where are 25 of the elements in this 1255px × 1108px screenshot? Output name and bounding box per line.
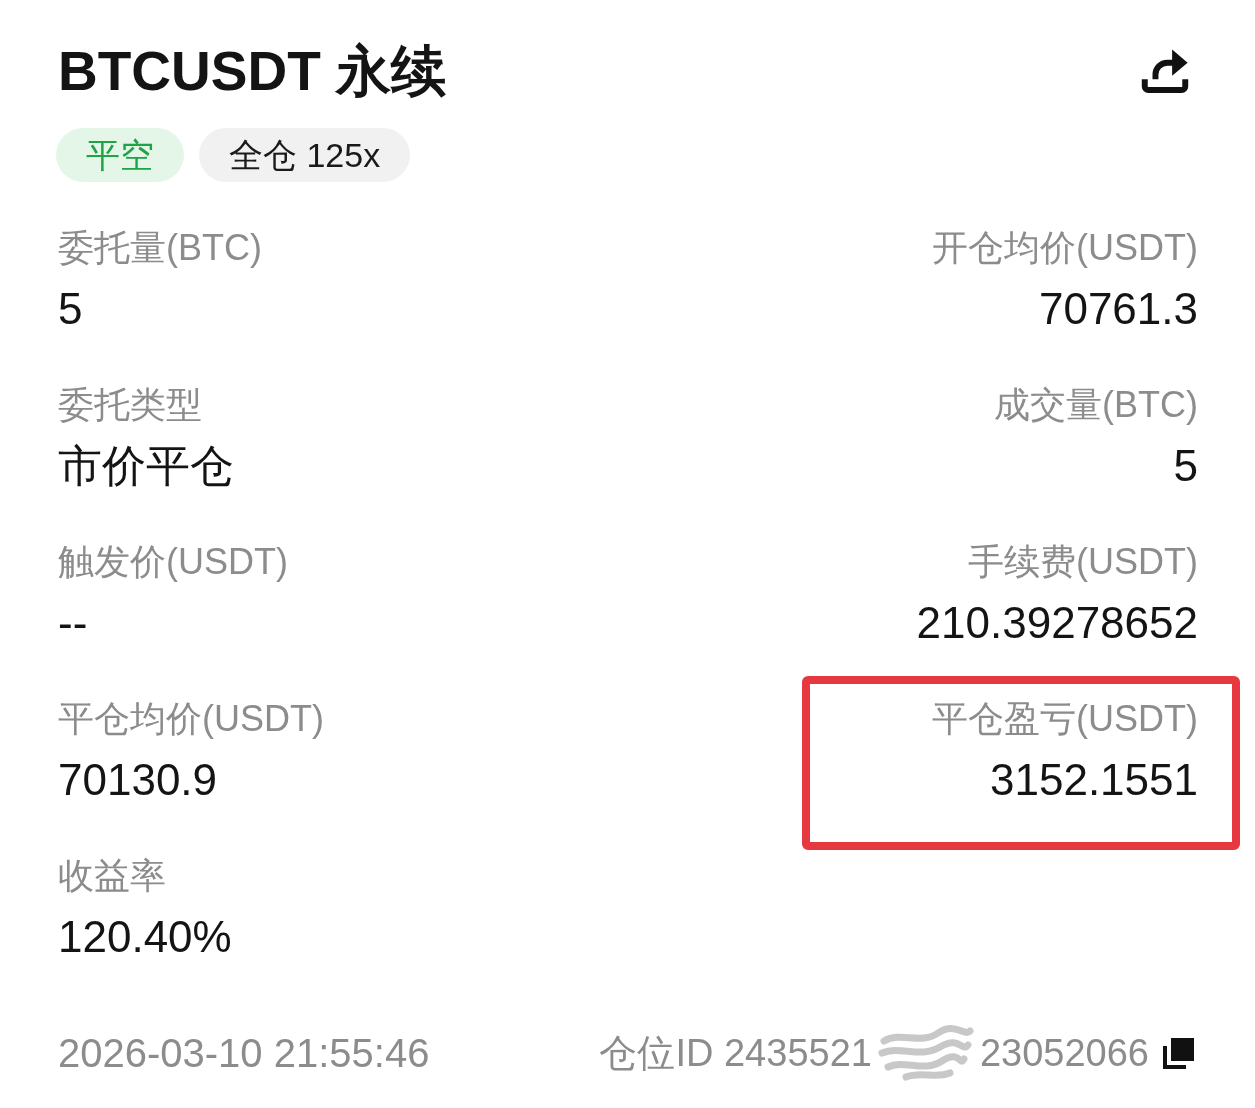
field-label: 委托类型 — [58, 383, 202, 427]
field-label: 手续费(USDT) — [968, 540, 1198, 584]
tag: 平空 — [56, 128, 184, 182]
field-value: 5 — [58, 283, 83, 335]
field-value: 70761.3 — [1038, 283, 1198, 335]
copy-icon[interactable] — [1163, 1037, 1195, 1069]
page-title: BTCUSDT 永续 — [58, 41, 447, 101]
field-label: 成交量(BTC) — [994, 383, 1198, 427]
position-id-end: 23052066 — [979, 1031, 1149, 1076]
field-label: 触发价(USDT) — [58, 540, 288, 584]
field-value: -- — [58, 597, 88, 649]
tag: 全仓 125x — [199, 128, 411, 182]
position-id-start: 仓位ID 2435521 — [599, 1031, 872, 1076]
field-label: 平仓均价(USDT) — [58, 697, 324, 741]
field-value: 市价平仓 — [58, 440, 234, 492]
order-time: 2026-03-10 21:55:46 — [58, 1030, 430, 1077]
field-value: 70130.9 — [58, 754, 218, 806]
field-value: 120.40% — [58, 911, 232, 963]
field-value: 5 — [1173, 440, 1198, 492]
field-label: 收益率 — [58, 854, 166, 898]
field-label: 开仓均价(USDT) — [932, 226, 1198, 270]
field-value: 3152.1551 — [990, 754, 1198, 806]
field-label: 平仓盈亏(USDT) — [932, 697, 1198, 741]
field-label: 委托量(BTC) — [58, 226, 262, 270]
field-value: 210.39278652 — [916, 597, 1198, 649]
